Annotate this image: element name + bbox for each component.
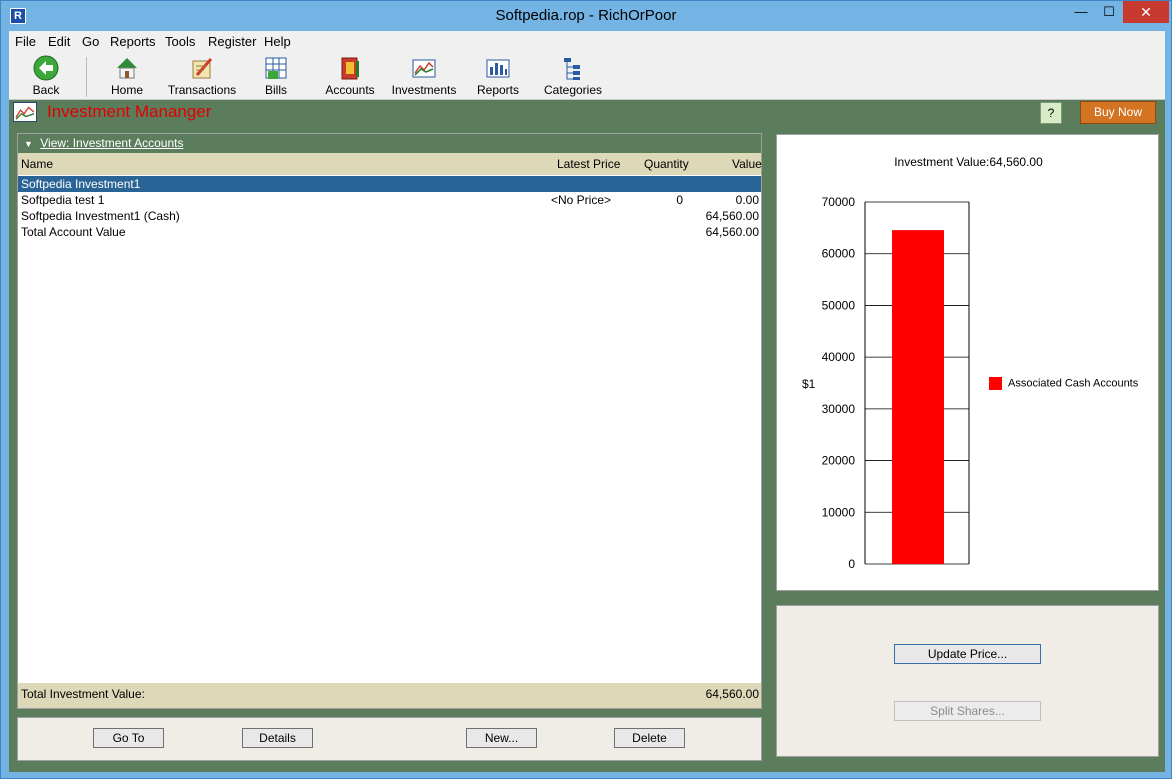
y-tick-label: 0: [848, 557, 855, 571]
view-label: View: Investment Accounts: [40, 136, 184, 150]
table-row[interactable]: Softpedia Investment1: [18, 176, 761, 192]
categories-tree-icon: [564, 58, 580, 80]
reports-icon: [486, 59, 510, 78]
total-bar: Total Investment Value: 64,560.00: [18, 683, 761, 708]
investment-chart-panel: Investment Value:64,560.00 0 10000 20000 30…: [776, 134, 1159, 591]
row-quantity: 0: [676, 193, 683, 207]
app-window: R Softpedia.rop - RichOrPoor — ☐ ✕ File …: [0, 0, 1172, 779]
page-title: Investment Mananger: [47, 102, 212, 121]
menu-go[interactable]: Go: [82, 34, 99, 49]
y-tick-label: 60000: [822, 247, 856, 261]
accounts-label: Accounts: [325, 83, 375, 97]
investment-bar-chart: 0 10000 20000 30000 40000 50000 60000 70000: [822, 195, 970, 571]
y-tick-label: 20000: [822, 454, 856, 468]
menu-register[interactable]: Register: [208, 34, 256, 49]
col-value[interactable]: Value: [732, 157, 762, 171]
collapse-triangle-icon[interactable]: ▼: [24, 139, 33, 149]
account-actions-panel: Go To Details New... Delete: [17, 717, 762, 761]
content-area: ▼ View: Investment Accounts Name Latest …: [9, 125, 1165, 772]
row-name: Softpedia Investment1: [21, 177, 141, 191]
chart-bar: [892, 230, 944, 564]
row-value: 64,560.00: [705, 225, 759, 239]
y-tick-label: 30000: [822, 402, 856, 416]
minimize-button[interactable]: —: [1067, 1, 1095, 23]
home-label: Home: [110, 83, 143, 97]
col-latest-price[interactable]: Latest Price: [557, 157, 620, 171]
total-investment-value: 64,560.00: [705, 687, 759, 701]
table-row[interactable]: Softpedia test 1 <No Price> 0 0.00: [18, 192, 761, 208]
y-tick-label: 50000: [822, 298, 856, 312]
investment-accounts-panel: ▼ View: Investment Accounts Name Latest …: [17, 133, 762, 709]
investments-label: Investments: [391, 83, 457, 97]
maximize-button[interactable]: ☐: [1095, 1, 1123, 23]
view-selector[interactable]: ▼ View: Investment Accounts: [18, 134, 761, 153]
investments-button[interactable]: Investments: [391, 55, 457, 99]
menu-tools[interactable]: Tools: [165, 34, 195, 49]
reports-button[interactable]: Reports: [475, 55, 521, 99]
y-tick-label: 70000: [822, 195, 856, 209]
home-icon: [117, 58, 137, 79]
col-quantity[interactable]: Quantity: [644, 157, 689, 171]
new-button[interactable]: New...: [466, 728, 537, 748]
menu-reports[interactable]: Reports: [110, 34, 156, 49]
help-button[interactable]: ?: [1040, 102, 1062, 124]
window-title: Softpedia.rop - RichOrPoor: [495, 7, 677, 24]
close-button[interactable]: ✕: [1123, 1, 1169, 23]
back-arrow-icon: [33, 55, 59, 81]
menu-edit[interactable]: Edit: [48, 34, 70, 49]
row-name: Total Account Value: [21, 225, 126, 239]
details-button[interactable]: Details: [242, 728, 313, 748]
back-button[interactable]: Back: [29, 55, 63, 99]
table-row[interactable]: Total Account Value 64,560.00: [18, 224, 761, 240]
bills-label: Bills: [264, 83, 287, 97]
row-value: 0.00: [735, 193, 759, 207]
row-value: 64,560.00: [705, 209, 759, 223]
menu-bar: File Edit Go Reports Tools Register Help: [9, 31, 1165, 53]
categories-button[interactable]: Categories: [542, 55, 604, 99]
menu-help[interactable]: Help: [264, 34, 291, 49]
toolbar: Back Home Transactions Bills Accounts In…: [9, 53, 1165, 100]
row-name: Softpedia Investment1 (Cash): [21, 209, 180, 223]
menu-file[interactable]: File: [15, 34, 36, 49]
split-shares-button[interactable]: Split Shares...: [894, 701, 1041, 721]
bills-icon: [265, 57, 287, 79]
bills-button[interactable]: Bills: [259, 55, 293, 99]
legend-label: Associated Cash Accounts: [1008, 377, 1139, 390]
accounts-icon: [341, 57, 359, 80]
transactions-button[interactable]: Transactions: [167, 55, 237, 99]
back-label: Back: [32, 83, 60, 97]
title-bar[interactable]: R Softpedia.rop - RichOrPoor — ☐ ✕: [1, 1, 1171, 31]
buy-now-button[interactable]: Buy Now: [1080, 101, 1156, 124]
reports-label: Reports: [476, 83, 520, 97]
y-tick-label: 40000: [822, 350, 856, 364]
go-to-button[interactable]: Go To: [93, 728, 164, 748]
y-axis-label: $1: [802, 377, 816, 391]
delete-button[interactable]: Delete: [614, 728, 685, 748]
transactions-label: Transactions: [167, 83, 237, 97]
update-price-button[interactable]: Update Price...: [894, 644, 1041, 664]
table-row[interactable]: Softpedia Investment1 (Cash) 64,560.00: [18, 208, 761, 224]
home-button[interactable]: Home: [107, 55, 147, 99]
transactions-icon: [192, 58, 213, 79]
chart-legend: Associated Cash Accounts: [989, 377, 1138, 390]
total-investment-label: Total Investment Value:: [21, 687, 145, 701]
price-actions-panel: Update Price... Split Shares...: [776, 605, 1159, 757]
y-tick-label: 10000: [822, 505, 856, 519]
investments-icon: [412, 59, 436, 78]
row-price: <No Price>: [550, 193, 611, 207]
investment-manager-header: Investment Mananger ? Buy Now: [9, 100, 1165, 125]
toolbar-separator: [86, 57, 87, 97]
categories-label: Categories: [543, 83, 603, 97]
accounts-button[interactable]: Accounts: [323, 55, 377, 99]
investments-chart-icon: [13, 102, 37, 122]
col-name[interactable]: Name: [21, 157, 53, 171]
row-name: Softpedia test 1: [21, 193, 105, 207]
column-header: Name Latest Price Quantity Value: [18, 153, 762, 175]
legend-swatch: [989, 377, 1002, 390]
